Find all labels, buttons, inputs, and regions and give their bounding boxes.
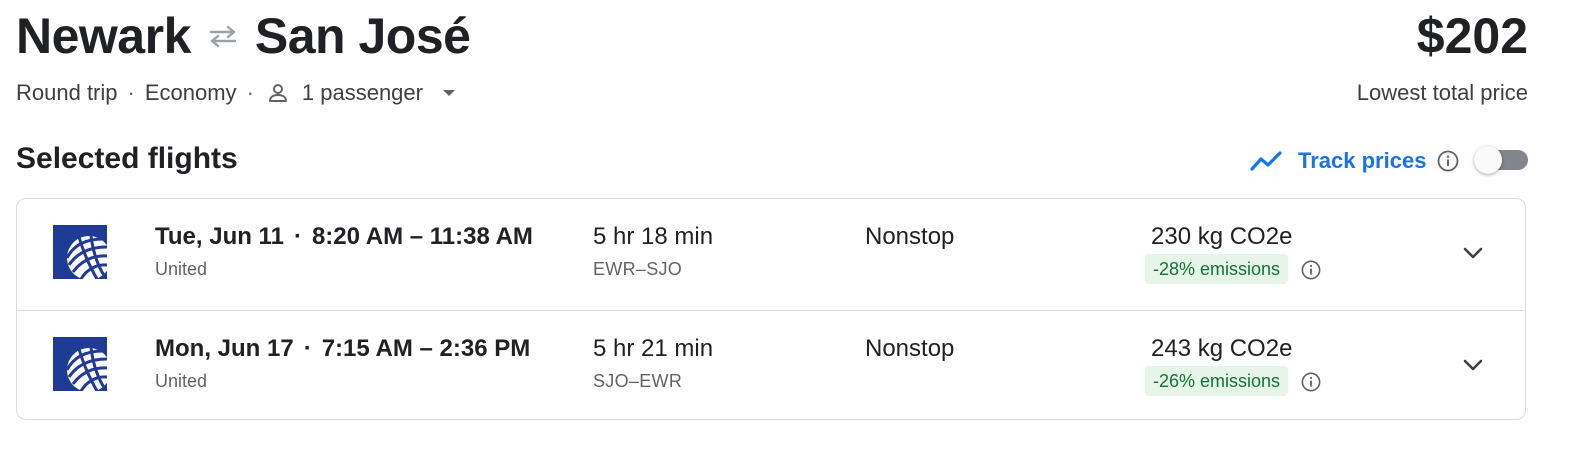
separator-dot: ·: [246, 80, 254, 105]
info-icon[interactable]: [1436, 149, 1460, 173]
flight-co2: 243 kg CO2e: [1151, 335, 1293, 362]
flight-times: 7:15 AM – 2:36 PM: [321, 335, 531, 362]
cabin-class: Economy: [144, 80, 237, 105]
route-heading: Newark San José: [16, 6, 471, 66]
trip-options: Round trip · Economy · 1 passenger: [16, 78, 461, 108]
trending-line-icon: [1250, 149, 1284, 173]
flight-duration: 5 hr 21 min: [593, 335, 714, 362]
flight-date: Tue, Jun 11: [155, 223, 284, 250]
info-icon[interactable]: [1300, 259, 1322, 281]
emissions-badge: -28% emissions: [1145, 254, 1289, 284]
united-logo-icon: [53, 225, 111, 280]
caret-down-icon[interactable]: [437, 81, 461, 105]
flight-stops: Nonstop: [865, 335, 955, 362]
flight-date-times: Tue, Jun 11 · 8:20 AM – 11:38 AM: [155, 221, 533, 253]
selected-flights-title: Selected flights: [16, 142, 238, 175]
track-prices[interactable]: Track prices: [1250, 144, 1460, 178]
separator-dot: ·: [127, 80, 135, 105]
emissions-badge: -26% emissions: [1145, 366, 1289, 396]
chevron-down-icon[interactable]: [1455, 235, 1491, 271]
flight-times: 8:20 AM – 11:38 AM: [311, 223, 533, 250]
selected-flights-card: Tue, Jun 11 · 8:20 AM – 11:38 AM United 5 …: [16, 198, 1526, 420]
united-logo-icon: [53, 337, 111, 392]
flight-row[interactable]: Tue, Jun 11 · 8:20 AM – 11:38 AM United 5 …: [17, 199, 1525, 309]
flight-stops: Nonstop: [865, 223, 955, 250]
passenger-count[interactable]: 1 passenger: [302, 80, 423, 106]
trip-type: Round trip: [16, 80, 118, 105]
toggle-knob: [1474, 146, 1502, 174]
origin-city: Newark: [16, 8, 191, 64]
separator-dot: ·: [303, 335, 312, 362]
flight-duration: 5 hr 18 min: [593, 223, 714, 250]
lowest-price: $202: [1416, 8, 1528, 64]
flight-airports: SJO–EWR: [593, 371, 683, 391]
separator-dot: ·: [293, 223, 302, 250]
airline-name: United: [155, 259, 208, 279]
track-prices-label[interactable]: Track prices: [1298, 148, 1426, 174]
swap-arrows-icon: [207, 24, 239, 48]
flight-airports: EWR–SJO: [593, 259, 683, 279]
flight-date-times: Mon, Jun 17 · 7:15 AM – 2:36 PM: [155, 333, 530, 365]
flight-co2: 230 kg CO2e: [1151, 223, 1293, 250]
info-icon[interactable]: [1300, 371, 1322, 393]
flight-row[interactable]: Mon, Jun 17 · 7:15 AM – 2:36 PM United 5 h…: [17, 310, 1525, 419]
track-prices-toggle[interactable]: [1474, 146, 1530, 174]
destination-city: San José: [254, 8, 471, 64]
flight-date: Mon, Jun 17: [155, 335, 294, 362]
chevron-down-icon[interactable]: [1455, 347, 1491, 383]
airline-name: United: [155, 371, 208, 391]
lowest-price-label: Lowest total price: [1356, 80, 1528, 105]
person-icon: [266, 81, 290, 105]
